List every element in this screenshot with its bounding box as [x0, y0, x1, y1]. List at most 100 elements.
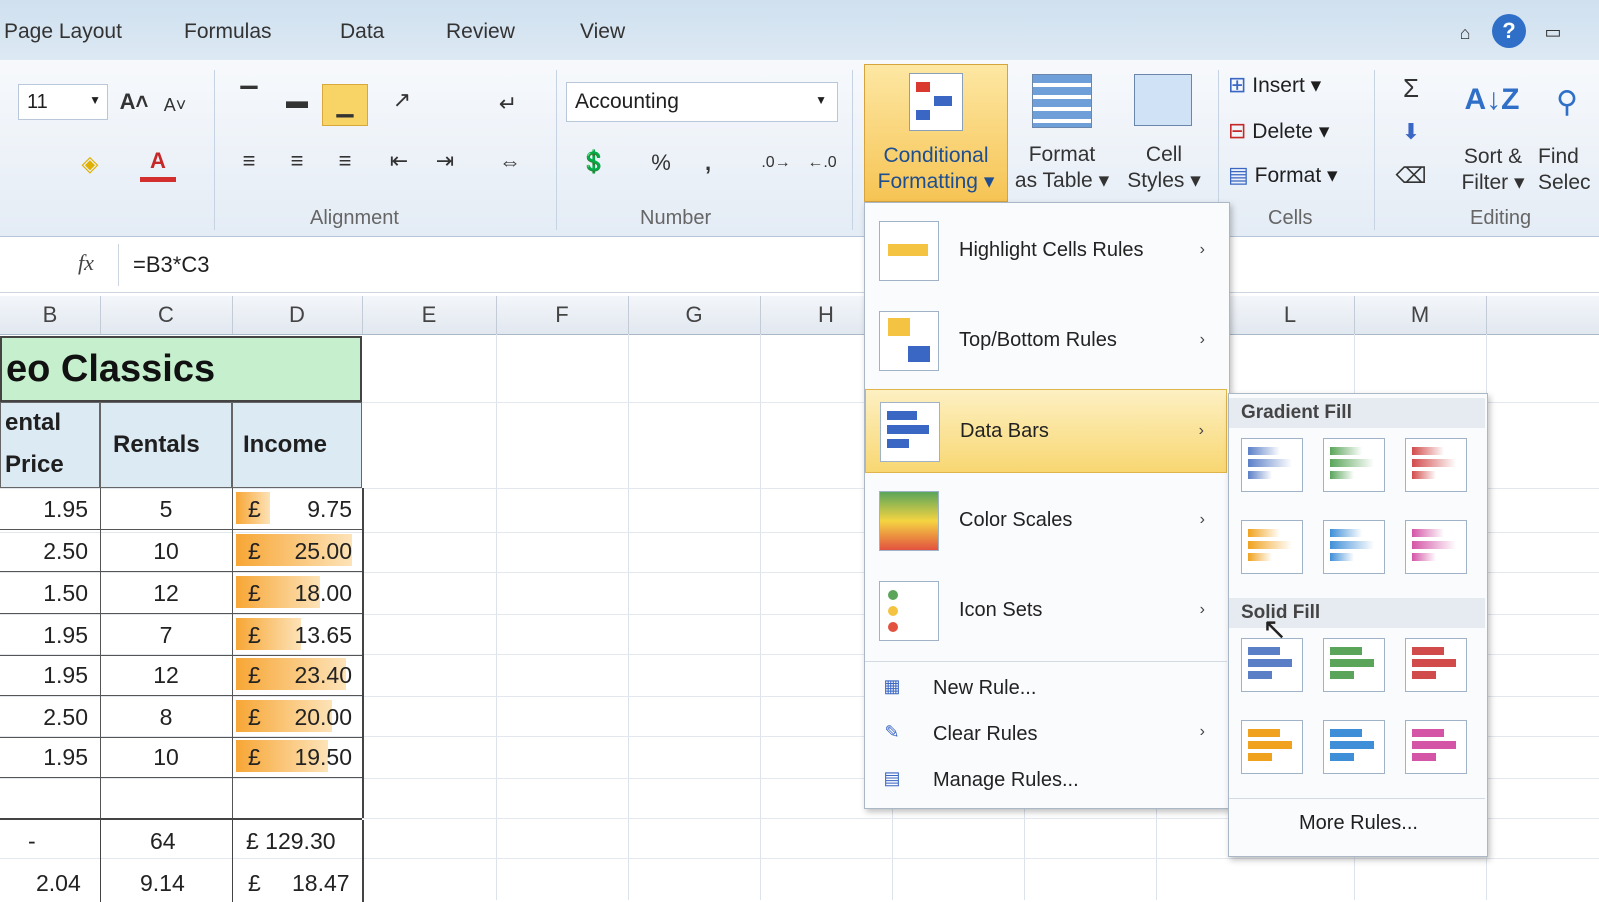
solid-data-bar-option[interactable]	[1241, 720, 1303, 774]
increase-indent-icon[interactable]: ⇥	[428, 144, 462, 178]
column-header-b[interactable]: B	[0, 296, 101, 334]
cell-rentals[interactable]: 10	[100, 744, 232, 771]
cell-price[interactable]: 1.95	[43, 662, 88, 689]
conditional-formatting-button[interactable]: Conditional Formatting ▾	[864, 64, 1008, 202]
cell-income[interactable]: 25.00	[294, 538, 352, 565]
average-rentals[interactable]: 9.14	[140, 870, 185, 897]
column-header-g[interactable]: G	[628, 296, 761, 334]
tab-view[interactable]: View	[580, 20, 625, 44]
gradient-data-bar-option[interactable]	[1405, 520, 1467, 574]
menu-item-new-rule[interactable]: ▦ New Rule...	[865, 665, 1227, 709]
sort-filter-button[interactable]: A↓Z Sort & Filter ▾	[1456, 66, 1530, 200]
header-cell-income[interactable]: Income	[232, 402, 362, 488]
average-price[interactable]: 2.04	[36, 870, 81, 897]
tab-data[interactable]: Data	[340, 20, 384, 44]
grow-font-icon[interactable]: A˄	[118, 86, 150, 118]
menu-item-top-bottom-rules[interactable]: Top/Bottom Rules ›	[865, 299, 1227, 383]
cell-rentals[interactable]: 5	[100, 496, 232, 523]
gradient-data-bar-option[interactable]	[1405, 438, 1467, 492]
delete-button[interactable]: ⊟ Delete ▾	[1228, 118, 1368, 148]
cell-income[interactable]: 20.00	[294, 704, 352, 731]
align-center-icon[interactable]: ≡	[280, 144, 314, 178]
gradient-data-bar-option[interactable]	[1241, 438, 1303, 492]
cell-price[interactable]: 2.50	[43, 538, 88, 565]
menu-item-data-bars[interactable]: Data Bars ›	[865, 389, 1227, 473]
gradient-data-bar-option[interactable]	[1323, 520, 1385, 574]
column-header-l[interactable]: L	[1226, 296, 1355, 334]
cell-income[interactable]: 13.65	[294, 622, 352, 649]
header-cell-rentals[interactable]: Rentals	[100, 402, 232, 488]
restore-window-icon[interactable]: ▭	[1540, 20, 1566, 44]
menu-item-highlight-cells-rules[interactable]: Highlight Cells Rules ›	[865, 209, 1227, 293]
cell-price[interactable]: 1.50	[43, 580, 88, 607]
cell-income[interactable]: 19.50	[294, 744, 352, 771]
gradient-data-bar-option[interactable]	[1241, 520, 1303, 574]
cell-income[interactable]: 18.00	[294, 580, 352, 607]
menu-item-clear-rules[interactable]: ✎ Clear Rules ›	[865, 711, 1227, 755]
align-left-icon[interactable]: ≡	[232, 144, 266, 178]
total-income[interactable]: £ 129.30	[246, 828, 336, 855]
fill-icon[interactable]: ⬇	[1394, 116, 1428, 148]
cell-styles-button[interactable]: Cell Styles ▾	[1118, 64, 1210, 200]
header-cell-price[interactable]: ental Price	[0, 402, 100, 488]
cell-rentals[interactable]: 10	[100, 538, 232, 565]
accounting-format-icon[interactable]: 💲	[574, 144, 614, 180]
insert-button[interactable]: ⊞ Insert ▾	[1228, 72, 1368, 102]
help-icon[interactable]: ?	[1492, 14, 1526, 48]
fill-color-icon[interactable]: ◈	[70, 146, 110, 182]
decrease-decimal-icon[interactable]: ←.0	[804, 146, 840, 180]
percent-icon[interactable]: %	[646, 146, 676, 180]
cell-price[interactable]: 1.95	[43, 496, 88, 523]
decrease-indent-icon[interactable]: ⇤	[382, 144, 416, 178]
column-header-e[interactable]: E	[362, 296, 497, 334]
column-header-d[interactable]: D	[232, 296, 363, 334]
solid-data-bar-option[interactable]	[1323, 638, 1385, 692]
autosum-icon[interactable]: Σ	[1394, 72, 1428, 104]
solid-data-bar-option[interactable]	[1405, 638, 1467, 692]
tab-review[interactable]: Review	[446, 20, 515, 44]
shrink-font-icon[interactable]: A˅	[160, 90, 190, 120]
align-right-icon[interactable]: ≡	[328, 144, 362, 178]
fx-icon[interactable]: fx	[78, 250, 94, 276]
menu-item-manage-rules[interactable]: ▤ Manage Rules...	[865, 757, 1227, 801]
wrap-text-icon[interactable]: ↵	[490, 86, 526, 122]
cell-price[interactable]: 2.50	[43, 704, 88, 731]
tab-formulas[interactable]: Formulas	[184, 20, 272, 44]
align-middle-icon[interactable]: ▬	[280, 86, 314, 116]
formula-input[interactable]: =B3*C3	[118, 244, 1599, 286]
column-header-f[interactable]: F	[496, 296, 629, 334]
column-header-m[interactable]: M	[1354, 296, 1487, 334]
column-header-c[interactable]: C	[100, 296, 233, 334]
total-price[interactable]: -	[28, 828, 36, 855]
tab-page-layout[interactable]: Page Layout	[4, 20, 122, 44]
find-select-button[interactable]: ⚲ Find Selec	[1538, 66, 1598, 200]
cell-price[interactable]: 1.95	[43, 622, 88, 649]
align-top-icon[interactable]: ▔	[232, 84, 266, 114]
format-button[interactable]: ▤ Format ▾	[1228, 162, 1368, 192]
average-income[interactable]: 18.47	[292, 870, 350, 897]
total-rentals[interactable]: 64	[150, 828, 176, 855]
minimize-ribbon-icon[interactable]: ⌂	[1452, 20, 1478, 46]
orientation-icon[interactable]: ↗	[382, 84, 422, 116]
comma-style-icon[interactable]: ,	[696, 146, 720, 180]
cell-rentals[interactable]: 12	[100, 580, 232, 607]
clear-icon[interactable]: ⌫	[1394, 160, 1428, 192]
merge-center-icon[interactable]: ⇔	[490, 144, 530, 180]
increase-decimal-icon[interactable]: .0→	[758, 146, 794, 180]
solid-data-bar-option[interactable]	[1323, 720, 1385, 774]
more-rules-link[interactable]: More Rules...	[1299, 812, 1418, 835]
menu-item-icon-sets[interactable]: Icon Sets ›	[865, 569, 1227, 653]
cell-income[interactable]: 9.75	[307, 496, 352, 523]
cell-rentals[interactable]: 8	[100, 704, 232, 731]
menu-item-color-scales[interactable]: Color Scales ›	[865, 479, 1227, 563]
font-color-icon[interactable]: A	[140, 144, 176, 182]
sheet-title-cell[interactable]: eo Classics	[0, 336, 362, 402]
format-as-table-button[interactable]: Format as Table ▾	[1010, 64, 1114, 200]
cell-rentals[interactable]: 7	[100, 622, 232, 649]
cell-rentals[interactable]: 12	[100, 662, 232, 689]
align-bottom-icon[interactable]: ▁	[322, 84, 368, 126]
number-format-select[interactable]: Accounting ▼	[566, 82, 838, 122]
font-size-select[interactable]: 11 ▼	[18, 84, 108, 120]
solid-data-bar-option[interactable]	[1405, 720, 1467, 774]
cell-income[interactable]: 23.40	[294, 662, 352, 689]
